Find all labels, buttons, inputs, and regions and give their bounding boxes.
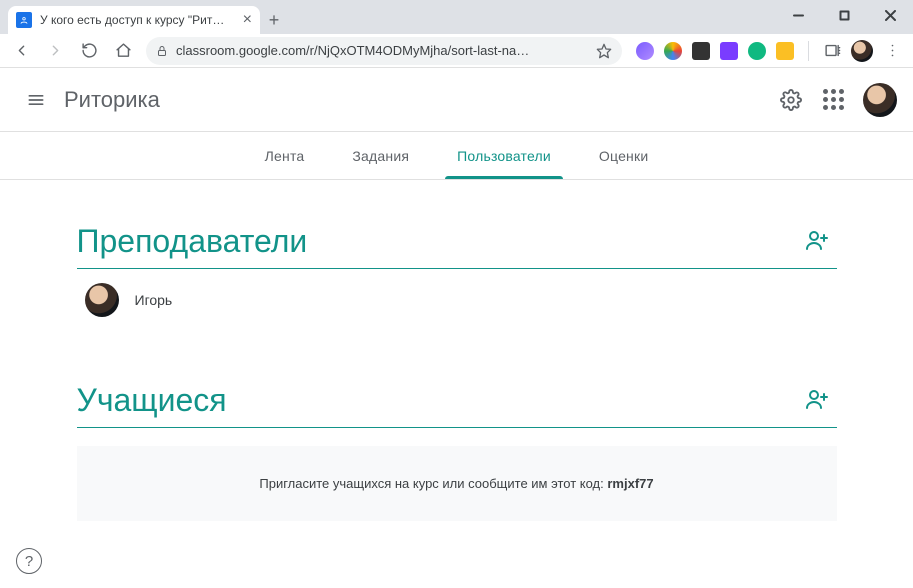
maximize-button[interactable] xyxy=(821,0,867,30)
apps-button[interactable] xyxy=(821,88,845,112)
extension-icon[interactable] xyxy=(720,42,738,60)
reload-button[interactable] xyxy=(74,36,104,66)
extension-icon[interactable] xyxy=(776,42,794,60)
new-tab-button[interactable]: + xyxy=(260,6,288,34)
close-icon[interactable]: × xyxy=(243,12,252,28)
tab-classwork[interactable]: Задания xyxy=(328,132,433,179)
lock-icon xyxy=(156,44,168,58)
students-empty-state: Пригласите учащихся на курс или сообщите… xyxy=(77,446,837,521)
star-icon[interactable] xyxy=(596,43,612,59)
class-code: rmjxf77 xyxy=(607,476,653,491)
class-title: Риторика xyxy=(64,87,160,113)
add-teacher-button[interactable] xyxy=(797,220,837,260)
tab-stream[interactable]: Лента xyxy=(241,132,329,179)
classroom-favicon-icon xyxy=(16,12,32,28)
browser-toolbar: classroom.google.com/r/NjQxOTM4ODMyMjha/… xyxy=(0,34,913,68)
extension-icon[interactable] xyxy=(636,42,654,60)
extension-icon[interactable] xyxy=(692,42,710,60)
settings-button[interactable] xyxy=(779,88,803,112)
browser-titlebar: У кого есть доступ к курсу "Рит… × + xyxy=(0,0,913,34)
teacher-name: Игорь xyxy=(135,292,173,308)
home-button[interactable] xyxy=(108,36,138,66)
tab-title: У кого есть доступ к курсу "Рит… xyxy=(40,13,235,27)
class-tabs: Лента Задания Пользователи Оценки xyxy=(0,132,913,180)
browser-tab[interactable]: У кого есть доступ к курсу "Рит… × xyxy=(8,6,260,34)
extension-icon[interactable] xyxy=(748,42,766,60)
students-title: Учащиеся xyxy=(77,382,227,419)
teachers-title: Преподаватели xyxy=(77,223,308,260)
divider xyxy=(808,41,809,61)
students-section: Учащиеся Пригласите учащихся на курс или… xyxy=(77,379,837,521)
address-bar[interactable]: classroom.google.com/r/NjQxOTM4ODMyMjha/… xyxy=(146,37,622,65)
back-button[interactable] xyxy=(6,36,36,66)
close-window-button[interactable] xyxy=(867,0,913,30)
content-area: Преподаватели Игорь Учащиеся Пригласите … xyxy=(0,180,913,588)
menu-button[interactable] xyxy=(16,80,56,120)
tab-people[interactable]: Пользователи xyxy=(433,132,575,179)
add-student-button[interactable] xyxy=(797,379,837,419)
teachers-section: Преподаватели Игорь xyxy=(77,220,837,331)
media-icon[interactable] xyxy=(817,36,847,66)
url-text: classroom.google.com/r/NjQxOTM4ODMyMjha/… xyxy=(176,43,529,58)
tab-grades[interactable]: Оценки xyxy=(575,132,672,179)
invite-text: Пригласите учащихся на курс или сообщите… xyxy=(259,476,607,491)
help-button[interactable]: ? xyxy=(16,548,42,574)
app-header: Риторика xyxy=(0,68,913,132)
account-avatar[interactable] xyxy=(863,83,897,117)
minimize-button[interactable] xyxy=(775,0,821,30)
extensions xyxy=(630,42,800,60)
menu-icon[interactable] xyxy=(877,36,907,66)
profile-avatar[interactable] xyxy=(851,40,873,62)
window-controls xyxy=(775,0,913,30)
avatar xyxy=(85,283,119,317)
forward-button[interactable] xyxy=(40,36,70,66)
teacher-row: Игорь xyxy=(77,269,837,331)
extension-icon[interactable] xyxy=(664,42,682,60)
